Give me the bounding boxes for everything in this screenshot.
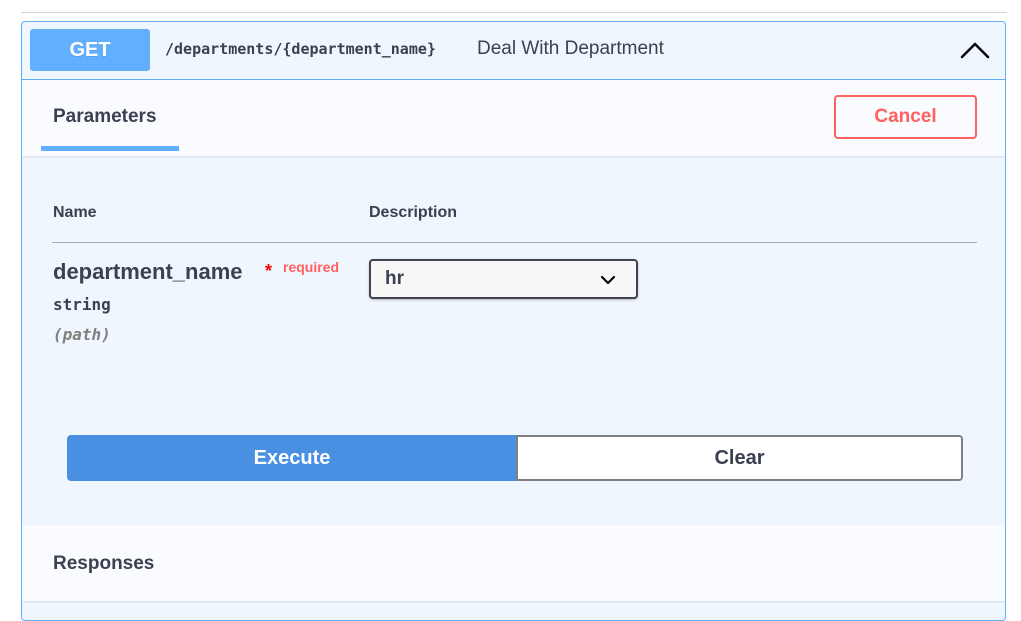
tab-active-indicator	[41, 146, 179, 151]
parameter-location: (path)	[53, 325, 111, 344]
required-star: *	[265, 261, 273, 281]
execute-button[interactable]: Execute	[67, 435, 517, 481]
parameter-name: department_name	[53, 259, 243, 284]
top-divider	[21, 12, 1007, 13]
responses-title: Responses	[53, 553, 155, 574]
endpoint-path: /departments/{department_name}	[165, 40, 436, 58]
operation-summary[interactable]: GET /departments/{department_name} Deal …	[22, 22, 1005, 80]
required-label: required	[283, 259, 340, 275]
column-header-name: Name	[53, 204, 97, 221]
responses-header: Responses	[22, 525, 1005, 601]
cancel-button[interactable]: Cancel	[834, 95, 977, 139]
column-header-description: Description	[369, 204, 458, 221]
http-method-badge: GET	[30, 29, 150, 71]
operation-block-get: GET /departments/{department_name} Deal …	[21, 21, 1006, 621]
chevron-down-icon	[599, 273, 617, 285]
department-name-select[interactable]: hr	[369, 259, 638, 299]
tab-parameters[interactable]: Parameters	[53, 106, 157, 128]
clear-button[interactable]: Clear	[516, 435, 963, 481]
select-value: hr	[385, 268, 404, 289]
endpoint-summary: Deal With Department	[477, 38, 664, 59]
chevron-up-icon[interactable]	[958, 36, 992, 64]
table-header-divider	[52, 242, 977, 243]
parameter-type: string	[53, 295, 111, 314]
parameters-header: Parameters Cancel	[22, 80, 1005, 156]
